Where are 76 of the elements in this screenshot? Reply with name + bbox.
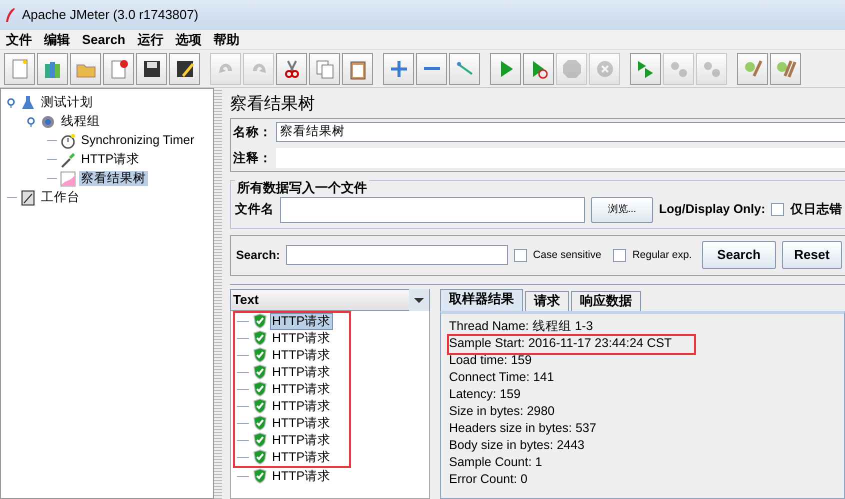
- result-line: Latency: 159: [449, 386, 521, 403]
- toolbar-button[interactable]: [276, 52, 307, 84]
- checkbox-label: 仅日志错: [790, 202, 842, 218]
- browse-button[interactable]: 浏览...: [591, 196, 653, 223]
- toolbar-button[interactable]: [523, 52, 554, 84]
- result-line: Thread Name: 线程组 1-3: [449, 318, 593, 335]
- search-field[interactable]: [286, 245, 508, 266]
- checkbox-label: Regular exp.: [632, 248, 692, 262]
- result-line: Sample Start: 2016-11-17 23:44:24 CST: [449, 336, 694, 353]
- tab[interactable]: 响应数据: [571, 290, 641, 311]
- name-field[interactable]: 察看结果树: [276, 122, 845, 142]
- minus-icon: [424, 67, 440, 70]
- field-label: 注释：: [233, 150, 272, 166]
- search-button[interactable]: Search: [702, 241, 776, 270]
- result-item[interactable]: HTTP请求: [271, 382, 332, 397]
- checkbox[interactable]: [771, 203, 784, 216]
- field-label: 名称：: [233, 124, 272, 140]
- chart-icon: [60, 170, 76, 186]
- result-line: Headers size in bytes: 537: [449, 420, 596, 437]
- panel-title: 察看结果树: [230, 94, 316, 115]
- tree-item[interactable]: 察看结果树: [79, 171, 148, 186]
- result-item[interactable]: HTTP请求: [271, 364, 332, 380]
- feather-icon: [4, 7, 16, 23]
- result-line: Error Count: 0: [449, 472, 528, 488]
- toolbar-button[interactable]: [169, 52, 200, 84]
- field-label: Log/Display Only:: [659, 202, 766, 218]
- result-item[interactable]: HTTP请求: [271, 450, 332, 465]
- tree-item[interactable]: Synchronizing Timer: [79, 133, 196, 148]
- toolbar-button[interactable]: [342, 52, 373, 84]
- menu-item[interactable]: 运行: [131, 32, 170, 48]
- field-label: 文件名: [235, 202, 274, 218]
- result-line: Size in bytes: 2980: [449, 404, 555, 420]
- splitter-handle[interactable]: [214, 88, 222, 499]
- result-line: Body size in bytes: 2443: [449, 438, 584, 454]
- brooms-icon: [774, 58, 796, 80]
- toolbar-button[interactable]: [136, 52, 167, 84]
- tab[interactable]: 取样器结果: [440, 288, 523, 311]
- tree-item[interactable]: 线程组: [59, 114, 102, 129]
- group-legend: 所有数据写入一个文件: [235, 180, 369, 196]
- menu-item[interactable]: 帮助: [207, 32, 246, 48]
- menu-item[interactable]: 选项: [169, 32, 208, 48]
- result-item[interactable]: HTTP请求: [271, 348, 332, 363]
- search-label: Search:: [236, 248, 280, 262]
- flask-icon: [20, 94, 36, 110]
- checkbox-label: Case sensitive: [533, 248, 602, 262]
- window-title: Apache JMeter (3.0 r1743807): [22, 7, 198, 23]
- result-item[interactable]: HTTP请求: [271, 468, 332, 484]
- result-line: Connect Time: 141: [449, 370, 554, 386]
- result-item[interactable]: HTTP请求: [271, 330, 332, 346]
- checkbox[interactable]: [613, 248, 626, 262]
- menu-item[interactable]: Search: [76, 32, 132, 48]
- result-item[interactable]: HTTP请求: [271, 398, 332, 414]
- tree-item[interactable]: 工作台: [39, 190, 82, 205]
- tree-item[interactable]: 测试计划: [39, 95, 95, 110]
- tab[interactable]: 请求: [525, 290, 569, 311]
- expand-handle-icon[interactable]: [7, 98, 17, 108]
- result-item[interactable]: HTTP请求: [271, 314, 332, 329]
- tree-item[interactable]: HTTP请求: [79, 152, 142, 167]
- stopwatch-icon: [60, 132, 76, 148]
- expand-handle-icon[interactable]: [27, 116, 37, 126]
- copy-pages-icon: [314, 58, 336, 80]
- filename-field[interactable]: [280, 196, 585, 223]
- gear-icon: [40, 114, 56, 130]
- result-item[interactable]: HTTP请求: [271, 416, 332, 431]
- caret-icon[interactable]: [409, 288, 429, 311]
- result-item[interactable]: HTTP请求: [271, 432, 332, 448]
- notepad-icon: [20, 190, 36, 206]
- menu-item[interactable]: 文件: [0, 32, 38, 48]
- stop-sign-icon: [560, 58, 582, 80]
- renderer-dropdown[interactable]: Text: [230, 288, 430, 311]
- pipette-icon: [60, 152, 76, 168]
- reset-button[interactable]: Reset: [782, 241, 842, 270]
- menu-item[interactable]: 编辑: [38, 32, 76, 48]
- result-line: Load time: 159: [449, 352, 532, 369]
- result-line: Sample Count: 1: [449, 454, 542, 471]
- checkbox[interactable]: [514, 248, 528, 262]
